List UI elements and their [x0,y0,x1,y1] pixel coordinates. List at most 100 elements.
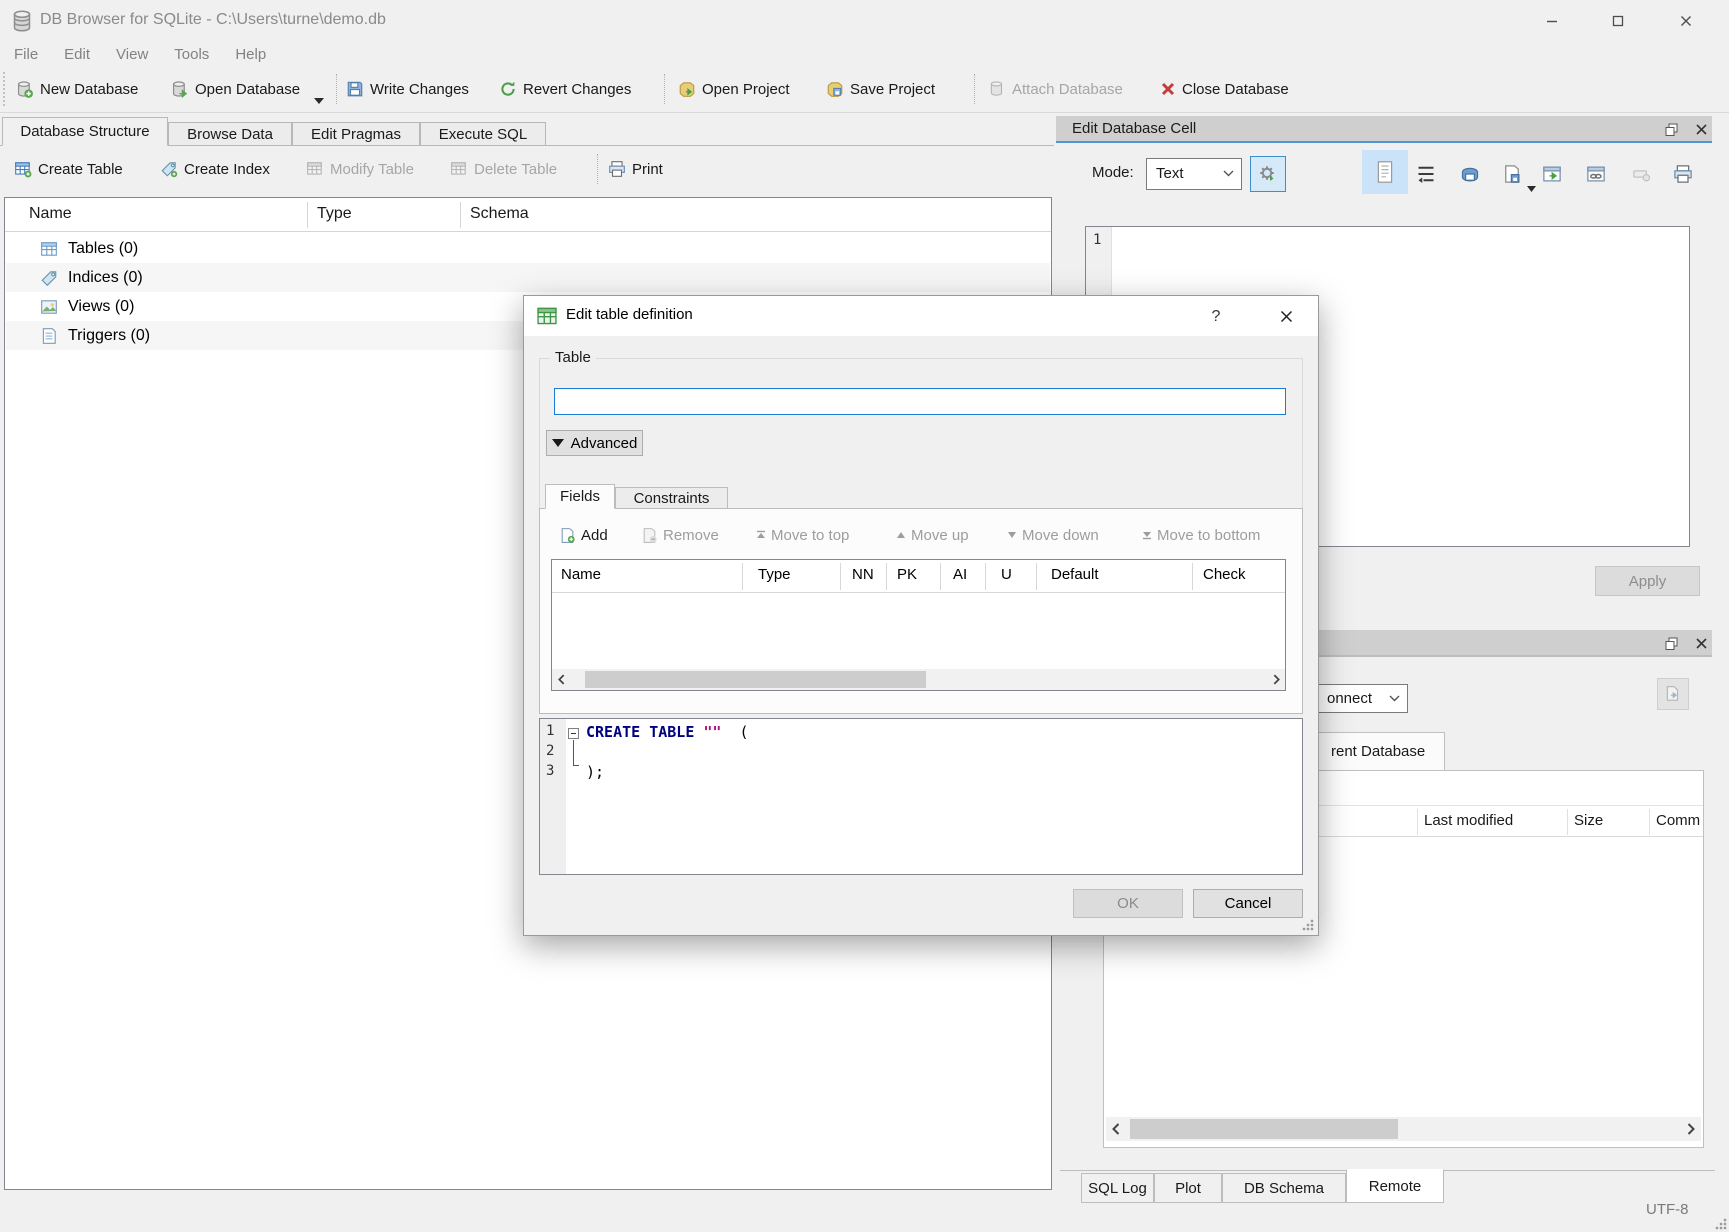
dock-close-icon[interactable] [1690,120,1712,139]
advanced-button[interactable]: Advanced [546,430,643,456]
write-changes-button[interactable]: Write Changes [346,72,469,106]
move-to-top-button[interactable]: Move to top [756,524,849,546]
word-wrap-button[interactable] [1411,160,1441,188]
remote-horizontal-scrollbar[interactable] [1106,1117,1701,1141]
fold-marker-icon[interactable] [568,728,579,739]
tab-remote[interactable]: Remote [1346,1169,1444,1203]
toolbar-drag-handle[interactable] [3,72,5,106]
import-data-button[interactable] [1455,160,1485,188]
column-divider[interactable] [1192,563,1193,590]
scroll-right-icon[interactable] [1681,1119,1701,1139]
create-index-button[interactable]: Create Index [160,152,270,186]
menu-view[interactable]: View [110,46,154,63]
tree-row-indices[interactable]: Indices (0) [6,263,1050,292]
print-cell-button[interactable] [1668,160,1698,188]
dialog-help-button[interactable]: ? [1202,304,1230,329]
cancel-button[interactable]: Cancel [1193,889,1303,918]
menu-file[interactable]: File [8,46,44,63]
tree-column-schema[interactable]: Schema [470,205,529,223]
column-divider[interactable] [886,563,887,590]
menu-help[interactable]: Help [229,46,272,63]
new-database-button[interactable]: New Database [15,72,138,106]
tab-execute-sql[interactable]: Execute SQL [420,122,546,146]
tab-db-schema[interactable]: DB Schema [1222,1173,1346,1203]
grid-column-ai[interactable]: AI [953,566,967,583]
column-size[interactable]: Size [1574,812,1603,829]
column-divider[interactable] [1567,809,1568,835]
tab-fields[interactable]: Fields [545,484,615,509]
grid-column-nn[interactable]: NN [852,566,874,583]
menu-tools[interactable]: Tools [168,46,215,63]
tab-constraints[interactable]: Constraints [615,487,728,509]
column-divider[interactable] [742,563,743,590]
mode-select[interactable]: Text [1146,158,1242,190]
move-to-bottom-button[interactable]: Move to bottom [1142,524,1260,546]
export-dropdown-icon[interactable] [1527,186,1536,192]
column-divider[interactable] [460,202,461,228]
tree-column-type[interactable]: Type [317,205,352,223]
open-in-external-button[interactable] [1537,160,1567,188]
column-divider[interactable] [840,563,841,590]
grid-column-u[interactable]: U [1001,566,1012,583]
apply-button[interactable]: Apply [1595,566,1700,596]
tab-database-structure[interactable]: Database Structure [2,117,168,146]
save-project-button[interactable]: Save Project [826,72,935,106]
menu-edit[interactable]: Edit [58,46,96,63]
scrollbar-thumb[interactable] [585,671,926,688]
grid-column-pk[interactable]: PK [897,566,917,583]
window-resize-grip[interactable] [1715,1218,1727,1230]
auto-apply-settings-button[interactable] [1250,156,1286,192]
attach-database-button[interactable]: Attach Database [988,72,1123,106]
tree-column-name[interactable]: Name [29,205,72,223]
column-divider[interactable] [1649,809,1650,835]
dialog-close-icon[interactable] [1272,304,1300,329]
grid-horizontal-scrollbar[interactable] [552,669,1285,690]
tab-current-database[interactable]: rent Database [1300,732,1445,771]
fields-grid[interactable]: Name Type NN PK AI U Default Check [551,559,1286,691]
remove-field-button[interactable]: Remove [641,524,719,546]
delete-table-button[interactable]: Delete Table [450,152,557,186]
dock-float-icon[interactable] [1660,634,1682,653]
open-project-button[interactable]: Open Project [678,72,790,106]
tab-sql-log[interactable]: SQL Log [1081,1173,1154,1203]
scroll-right-icon[interactable] [1267,670,1285,688]
move-down-button[interactable]: Move down [1007,524,1099,546]
grid-column-name[interactable]: Name [561,566,601,583]
tree-row-tables[interactable]: Tables (0) [6,234,1050,263]
scrollbar-thumb[interactable] [1130,1119,1398,1139]
print-button[interactable]: Print [608,152,663,186]
grid-column-default[interactable]: Default [1051,566,1099,583]
column-divider[interactable] [307,202,308,228]
ok-button[interactable]: OK [1073,889,1183,918]
open-database-dropdown-icon[interactable] [314,98,324,104]
dialog-title-bar[interactable]: Edit table definition ? [524,296,1318,336]
scroll-left-icon[interactable] [1106,1119,1126,1139]
close-icon[interactable] [1666,8,1706,34]
column-divider[interactable] [1417,809,1418,835]
close-database-button[interactable]: Close Database [1160,72,1289,106]
column-divider[interactable] [985,563,986,590]
grid-column-check[interactable]: Check [1203,566,1246,583]
set-null-button[interactable] [1627,160,1657,188]
dock-float-icon[interactable] [1660,120,1682,139]
table-name-input[interactable] [554,388,1286,415]
tab-plot[interactable]: Plot [1154,1173,1222,1203]
column-comment[interactable]: Comm [1656,812,1700,829]
column-divider[interactable] [940,563,941,590]
create-table-button[interactable]: Create Table [14,152,123,186]
move-up-button[interactable]: Move up [896,524,969,546]
minimize-button[interactable] [1532,8,1572,34]
column-last-modified[interactable]: Last modified [1424,812,1513,829]
modify-table-button[interactable]: Modify Table [306,152,414,186]
tab-browse-data[interactable]: Browse Data [168,122,292,146]
clone-database-button[interactable] [1657,678,1689,710]
text-mode-button[interactable] [1362,150,1408,194]
maximize-button[interactable] [1598,8,1638,34]
revert-changes-button[interactable]: Revert Changes [499,72,631,106]
add-field-button[interactable]: Add [559,524,608,546]
scroll-left-icon[interactable] [552,670,570,688]
column-divider[interactable] [1036,563,1037,590]
tab-edit-pragmas[interactable]: Edit Pragmas [292,122,420,146]
grid-column-type[interactable]: Type [758,566,791,583]
open-database-button[interactable]: Open Database [170,72,324,106]
